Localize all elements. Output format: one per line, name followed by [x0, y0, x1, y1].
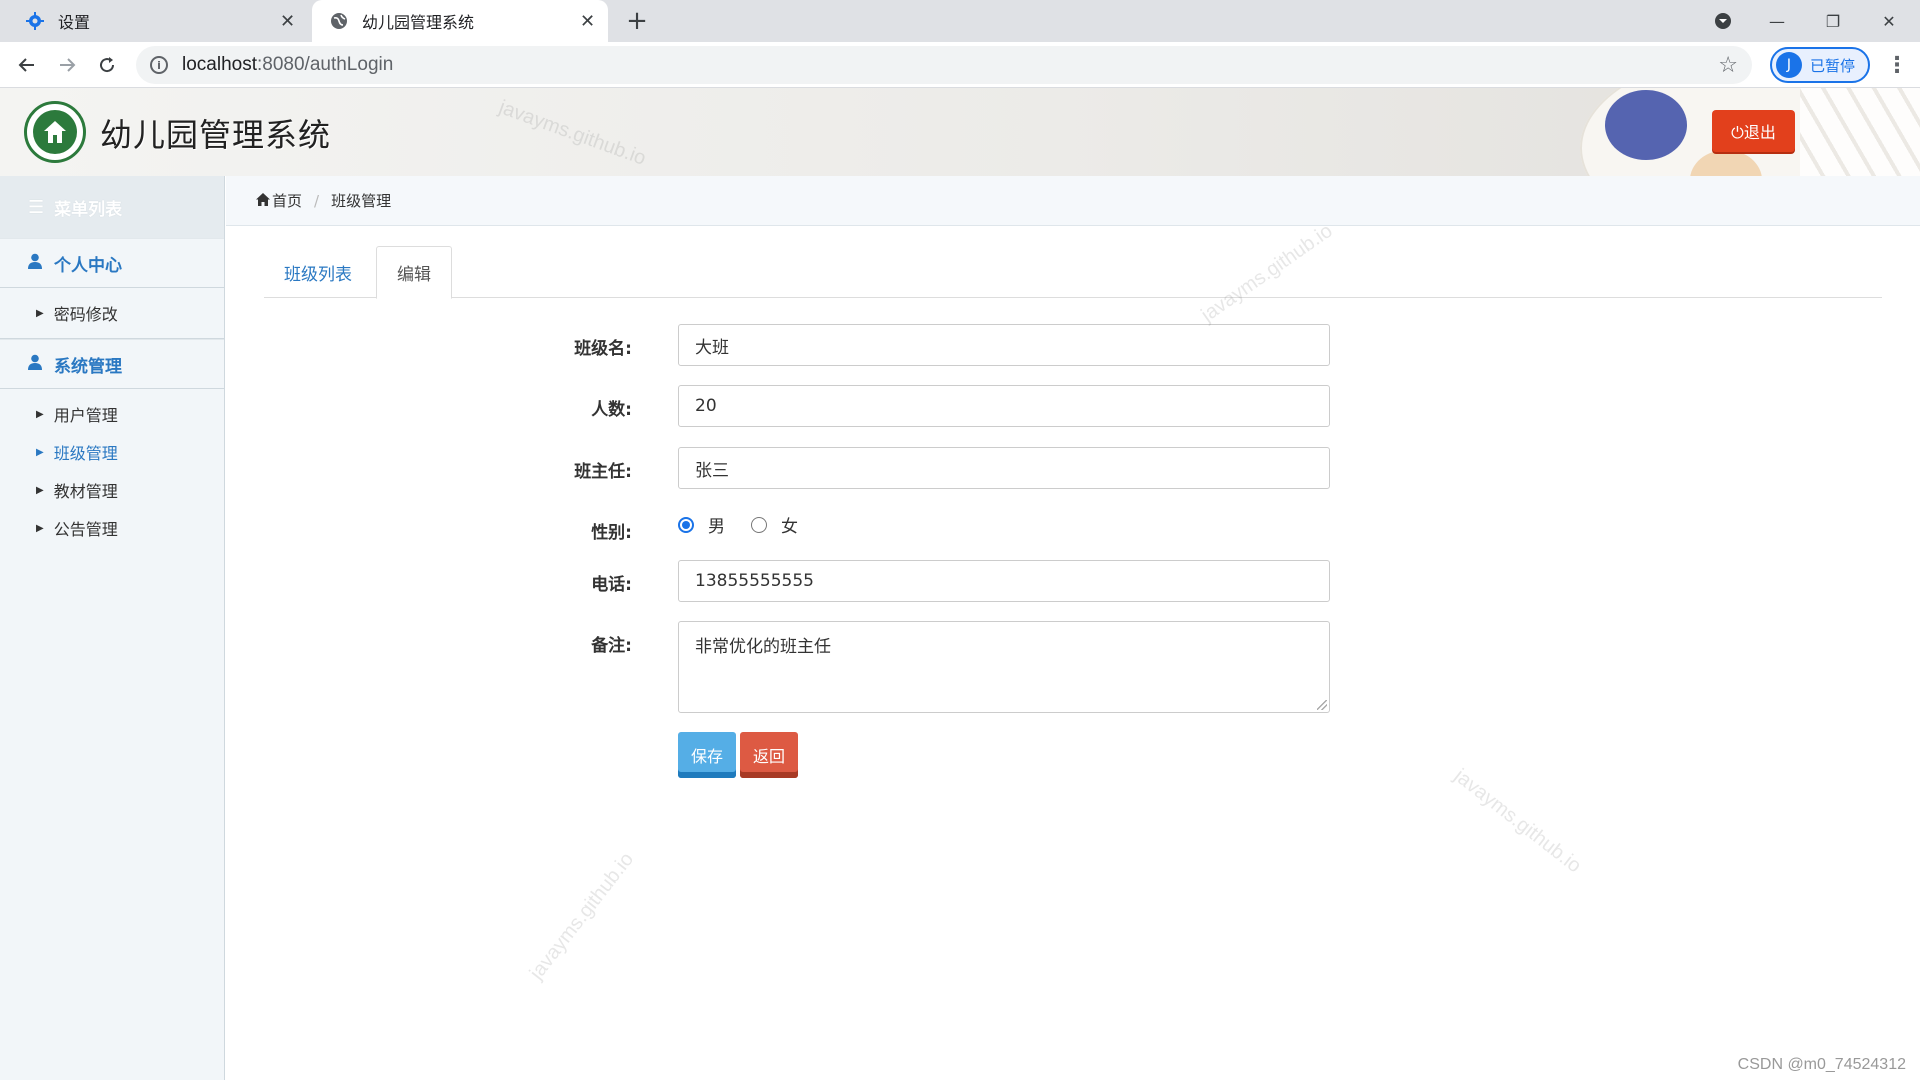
tab-title: 设置 [58, 13, 91, 32]
school-logo [24, 101, 86, 163]
teacher-label: 班主任: [574, 462, 632, 482]
browser-tab-app[interactable]: 幼儿园管理系统 ✕ [312, 0, 608, 42]
sidebar-group-system[interactable]: 系统管理 [0, 339, 224, 389]
tab-search-icon[interactable] [1696, 0, 1750, 42]
new-tab-plus-icon[interactable]: + [622, 6, 652, 36]
sidebar-group-label: 个人中心 [54, 255, 122, 276]
caret-right-icon: ▶ [36, 484, 44, 496]
app-title: 幼儿园管理系统 [100, 116, 332, 154]
save-button[interactable]: 保存 [678, 732, 736, 778]
phone-input[interactable]: 13855555555 [678, 560, 1330, 602]
tab-edit[interactable]: 编辑 [376, 246, 452, 299]
sidebar-item-password[interactable]: ▶ 密码修改 [0, 294, 224, 332]
gender-option-label: 男 [708, 517, 725, 537]
sidebar-item-label: 教材管理 [53, 482, 118, 501]
url-text: localhost:8080/authLogin [182, 54, 393, 76]
back-button[interactable]: 返回 [740, 732, 798, 778]
sidebar-group-personal-items: ▶ 密码修改 [0, 288, 224, 339]
caret-right-icon: ▶ [36, 408, 44, 420]
logout-button[interactable]: ⏻退出 [1712, 110, 1795, 152]
browser-tab-strip: 设置 ✕ 幼儿园管理系统 ✕ + — ❐ ✕ [0, 0, 1920, 42]
gender-radio-group: 男 女 [678, 512, 824, 537]
browser-tab-settings[interactable]: 设置 ✕ [8, 0, 308, 42]
remark-textarea[interactable]: 非常优化的班主任 [678, 621, 1330, 713]
gender-radio-male[interactable] [678, 516, 694, 533]
gender-option-label: 女 [781, 517, 798, 537]
user-icon [28, 253, 42, 274]
count-input[interactable]: 20 [678, 385, 1330, 427]
tab-title: 幼儿园管理系统 [362, 13, 475, 32]
class-name-label: 班级名: [574, 339, 632, 359]
back-arrow-icon[interactable] [12, 50, 42, 80]
sidebar-item-announcements[interactable]: ▶ 公告管理 [0, 509, 224, 547]
globe-icon [328, 10, 350, 32]
sidebar: ☰ 菜单列表 个人中心 ▶ 密码修改 系统管理 ▶ 用户管理 ▶ 班级管理 ▶ … [0, 176, 225, 1080]
sidebar-item-textbooks[interactable]: ▶ 教材管理 [0, 471, 224, 509]
gender-radio-female[interactable] [751, 516, 767, 533]
sidebar-group-system-items: ▶ 用户管理 ▶ 班级管理 ▶ 教材管理 ▶ 公告管理 [0, 389, 224, 553]
browser-toolbar: i localhost:8080/authLogin ☆ J 已暂停 ⋮ [0, 42, 1920, 88]
avatar: J [1776, 52, 1802, 78]
breadcrumb-current: 班级管理 [331, 192, 392, 210]
caret-right-icon: ▶ [36, 446, 44, 458]
profile-button[interactable]: J 已暂停 [1770, 47, 1870, 83]
profile-status: 已暂停 [1810, 56, 1856, 75]
header-decoration-stripes [1800, 88, 1920, 176]
sidebar-item-label: 公告管理 [53, 520, 118, 539]
sidebar-item-label: 班级管理 [53, 444, 118, 463]
footer-credit: CSDN @m0_74524312 [1737, 1056, 1906, 1073]
gender-label: 性别: [591, 523, 632, 543]
tab-class-list[interactable]: 班级列表 [264, 246, 372, 298]
more-menu-icon[interactable]: ⋮ [1882, 50, 1912, 80]
minimize-icon[interactable]: — [1750, 0, 1804, 42]
header-decoration-blue [1605, 90, 1687, 160]
reload-icon[interactable] [92, 50, 122, 80]
sidebar-item-users[interactable]: ▶ 用户管理 [0, 395, 224, 433]
sidebar-menu-title: ☰ 菜单列表 [0, 176, 224, 238]
caret-right-icon: ▶ [36, 522, 44, 534]
sidebar-item-label: 用户管理 [53, 406, 118, 425]
teacher-input[interactable]: 张三 [678, 447, 1330, 489]
watermark: javayms.github.io [1449, 764, 1586, 878]
window-close-icon[interactable]: ✕ [1862, 0, 1916, 42]
bookmark-star-icon[interactable]: ☆ [1718, 53, 1738, 78]
site-info-icon[interactable]: i [150, 56, 168, 74]
remark-text: 非常优化的班主任 [695, 637, 831, 657]
phone-label: 电话: [591, 575, 632, 595]
close-icon[interactable]: ✕ [580, 11, 595, 32]
app-header: 幼儿园管理系统 ⏻退出 [0, 88, 1920, 176]
resize-handle-icon[interactable] [1317, 700, 1327, 710]
address-bar[interactable]: i localhost:8080/authLogin ☆ [136, 46, 1752, 84]
close-icon[interactable]: ✕ [280, 11, 295, 32]
restore-icon[interactable]: ❐ [1806, 0, 1860, 42]
sidebar-group-personal[interactable]: 个人中心 [0, 238, 224, 288]
breadcrumb-home-link[interactable]: 首页 [272, 190, 302, 211]
sidebar-item-classes[interactable]: ▶ 班级管理 [0, 433, 224, 471]
user-icon [28, 354, 42, 375]
sidebar-item-label: 密码修改 [53, 305, 118, 324]
url-host: localhost [182, 54, 257, 75]
breadcrumb: 首页 / 班级管理 [226, 176, 1920, 226]
class-name-input[interactable]: 大班 [678, 324, 1330, 366]
sidebar-group-label: 系统管理 [54, 356, 122, 377]
sidebar-menu-title-label: 菜单列表 [54, 199, 123, 220]
page-tabs: 班级列表 编辑 [264, 246, 1882, 299]
count-label: 人数: [591, 400, 632, 420]
watermark: javayms.github.io [525, 848, 639, 984]
gear-icon [24, 10, 46, 32]
remark-label: 备注: [591, 636, 632, 656]
caret-right-icon: ▶ [36, 307, 44, 319]
url-path: :8080/authLogin [257, 54, 394, 75]
forward-arrow-icon[interactable] [52, 50, 82, 80]
home-icon [256, 192, 270, 210]
breadcrumb-separator: / [314, 191, 320, 210]
list-icon: ☰ [28, 196, 45, 218]
